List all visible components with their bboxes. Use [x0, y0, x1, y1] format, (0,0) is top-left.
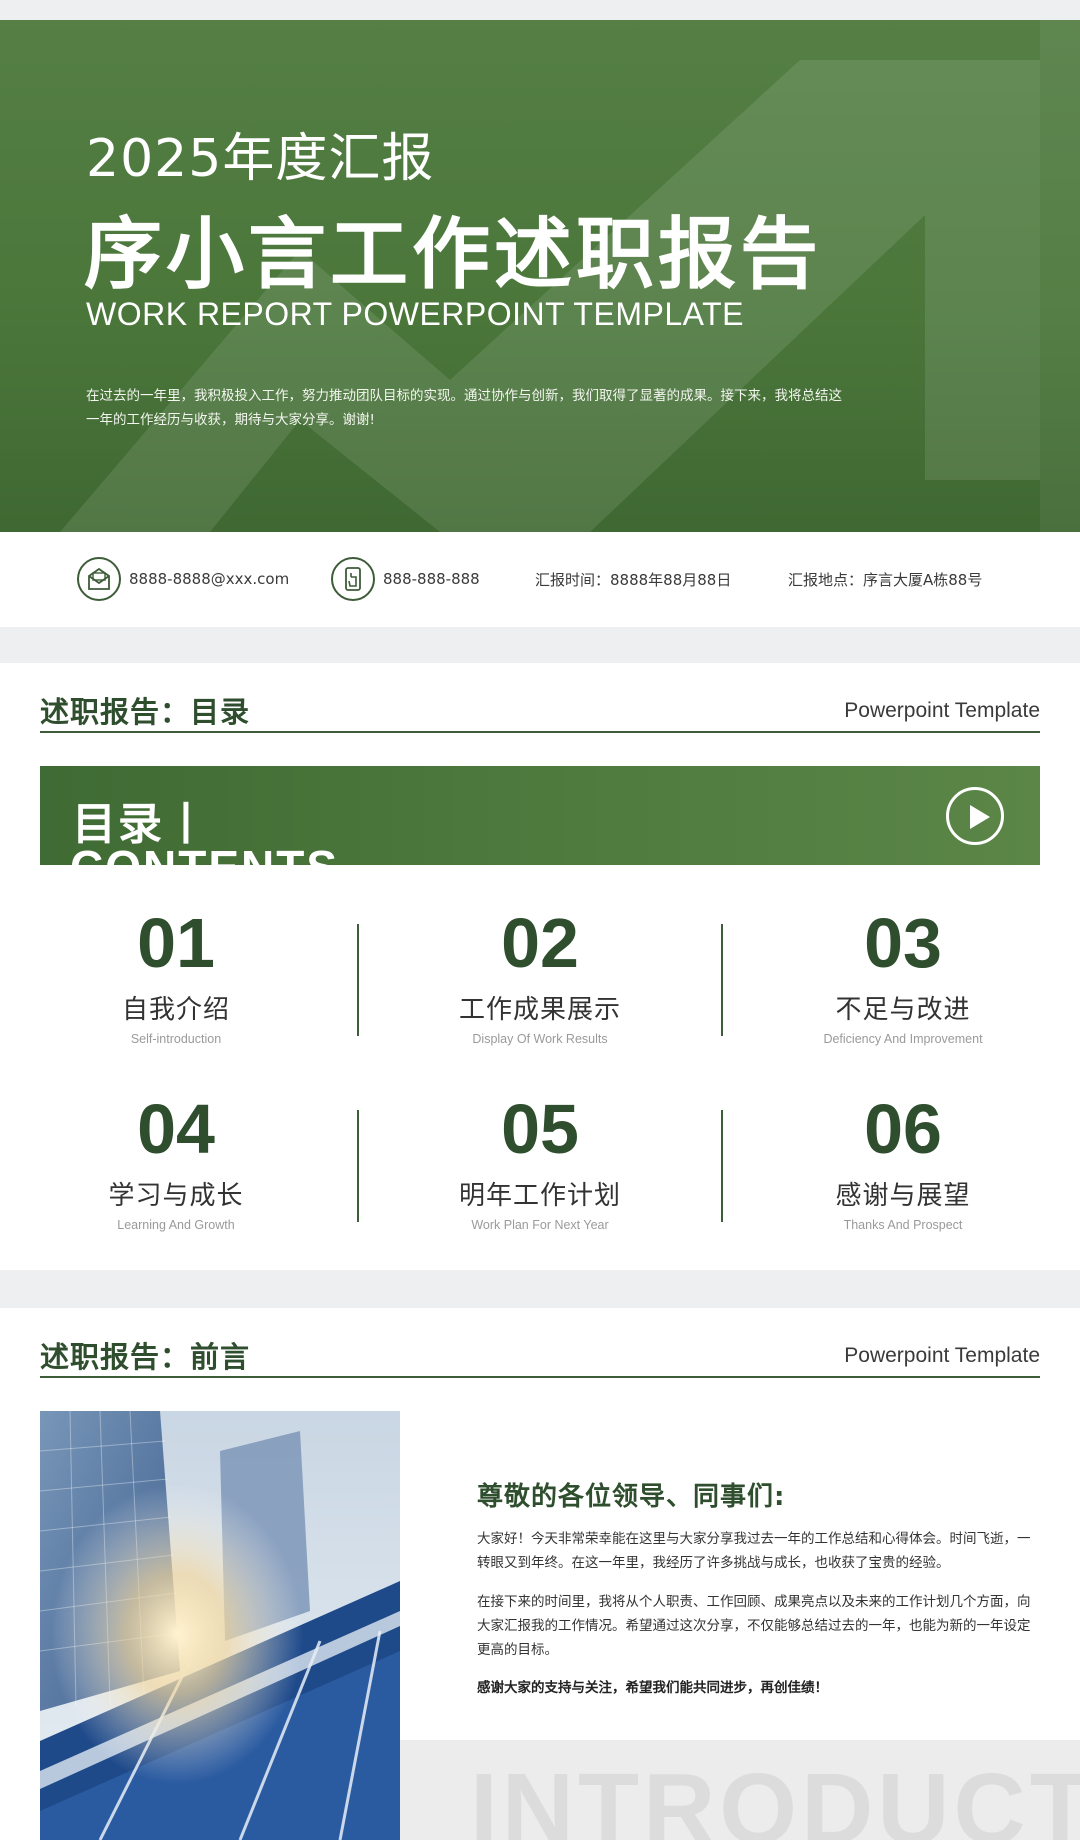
report-time-text: 汇报时间：8888年88月88日 [535, 570, 732, 589]
section-tag: Powerpoint Template [844, 699, 1040, 722]
contact-email[interactable]: 8888-8888@xxx.com [77, 556, 289, 602]
toc-number: 01 [137, 904, 215, 982]
toc-item-01[interactable]: 01 自我介绍 Self-introduction [56, 905, 296, 1046]
contents-slide: 述职报告：目录 Powerpoint Template 目录丨 CONTENTS… [0, 663, 1080, 1270]
report-time: 汇报时间：8888年88月88日 [535, 556, 731, 602]
toc-subtitle: Learning And Growth [117, 1218, 235, 1232]
toc-title: 自我介绍 [121, 995, 230, 1025]
toc-number: 02 [501, 904, 579, 982]
section-header: 述职报告：目录 Powerpoint Template [40, 689, 1040, 733]
cover-title: 序小言工作述职报告 [84, 210, 823, 300]
toc-item-04[interactable]: 04 学习与成长 Learning And Growth [56, 1091, 296, 1232]
report-location: 汇报地点：序言大厦A栋88号 [788, 556, 982, 602]
contact-phone[interactable]: 888-888-888 [331, 556, 480, 602]
phone-icon [331, 557, 375, 601]
contact-phone-text: 888-888-888 [383, 570, 480, 588]
toc-item-06[interactable]: 06 感谢与展望 Thanks And Prospect [783, 1091, 1023, 1232]
toc-divider [357, 1110, 359, 1222]
toc-title: 工作成果展示 [458, 995, 621, 1025]
section-title: 述职报告：目录 [40, 695, 251, 729]
contents-banner: 目录丨 CONTENTS [40, 766, 1040, 865]
building-photo [40, 1411, 400, 1840]
toc-number: 04 [137, 1090, 215, 1168]
preface-slide: 述职报告：前言 Powerpoint Template INTRODUCT 尊敬… [0, 1308, 1080, 1840]
toc-number: 03 [864, 904, 942, 982]
cover-subtitle: 2025年度汇报 [86, 129, 435, 189]
toc-title: 不足与改进 [835, 995, 971, 1025]
preface-greeting: 尊敬的各位领导、同事们: [477, 1482, 786, 1512]
toc-divider [721, 924, 723, 1036]
contact-bar: 8888-8888@xxx.com 888-888-888 汇报时间：8888年… [0, 532, 1080, 627]
cover-banner: 2025年度汇报 序小言工作述职报告 WORK REPORT POWERPOIN… [0, 20, 1080, 532]
section-title: 述职报告：前言 [40, 1340, 251, 1374]
toc-subtitle: Thanks And Prospect [843, 1218, 963, 1232]
toc-divider [357, 924, 359, 1036]
play-icon[interactable] [946, 787, 1004, 845]
preface-paragraph-3: 感谢大家的支持与关注，希望我们能共同进步，再创佳绩！ [477, 1680, 828, 1696]
cover-description: 在过去的一年里，我积极投入工作，努力推动团队目标的实现。通过协作与创新，我们取得… [86, 388, 842, 428]
toc-item-02[interactable]: 02 工作成果展示 Display Of Work Results [420, 905, 660, 1046]
toc-divider [721, 1110, 723, 1222]
preface-paragraph-1: 大家好！今天非常荣幸能在这里与大家分享我过去一年的工作总结和心得体会。时间飞逝，… [477, 1531, 1031, 1571]
toc-title: 明年工作计划 [458, 1181, 621, 1211]
report-location-text: 汇报地点：序言大厦A栋88号 [788, 570, 983, 589]
toc-subtitle: Self-introduction [130, 1032, 222, 1046]
intro-watermark: INTRODUCTIO [470, 1753, 1080, 1840]
toc-title: 感谢与展望 [835, 1181, 971, 1211]
toc-item-05[interactable]: 05 明年工作计划 Work Plan For Next Year [420, 1091, 660, 1232]
toc-subtitle: Display Of Work Results [472, 1032, 608, 1046]
toc-number: 05 [501, 1090, 579, 1168]
toc-subtitle: Deficiency And Improvement [823, 1032, 983, 1046]
contact-email-text: 8888-8888@xxx.com [129, 570, 290, 588]
toc-subtitle: Work Plan For Next Year [471, 1218, 609, 1232]
section-header: 述职报告：前言 Powerpoint Template [40, 1334, 1040, 1378]
section-tag: Powerpoint Template [844, 1344, 1040, 1367]
preface-paragraph-2: 在接下来的时间里，我将从个人职责、工作回顾、成果亮点以及未来的工作计划几个方面，… [477, 1594, 1031, 1658]
toc-item-03[interactable]: 03 不足与改进 Deficiency And Improvement [783, 905, 1023, 1046]
contents-banner-english: CONTENTS [70, 840, 339, 865]
mail-icon [77, 557, 121, 601]
cover-english-title: WORK REPORT POWERPOINT TEMPLATE [86, 296, 744, 332]
toc-number: 06 [864, 1090, 942, 1168]
toc-title: 学习与成长 [108, 1181, 244, 1211]
cover-slide: 2025年度汇报 序小言工作述职报告 WORK REPORT POWERPOIN… [0, 20, 1080, 627]
